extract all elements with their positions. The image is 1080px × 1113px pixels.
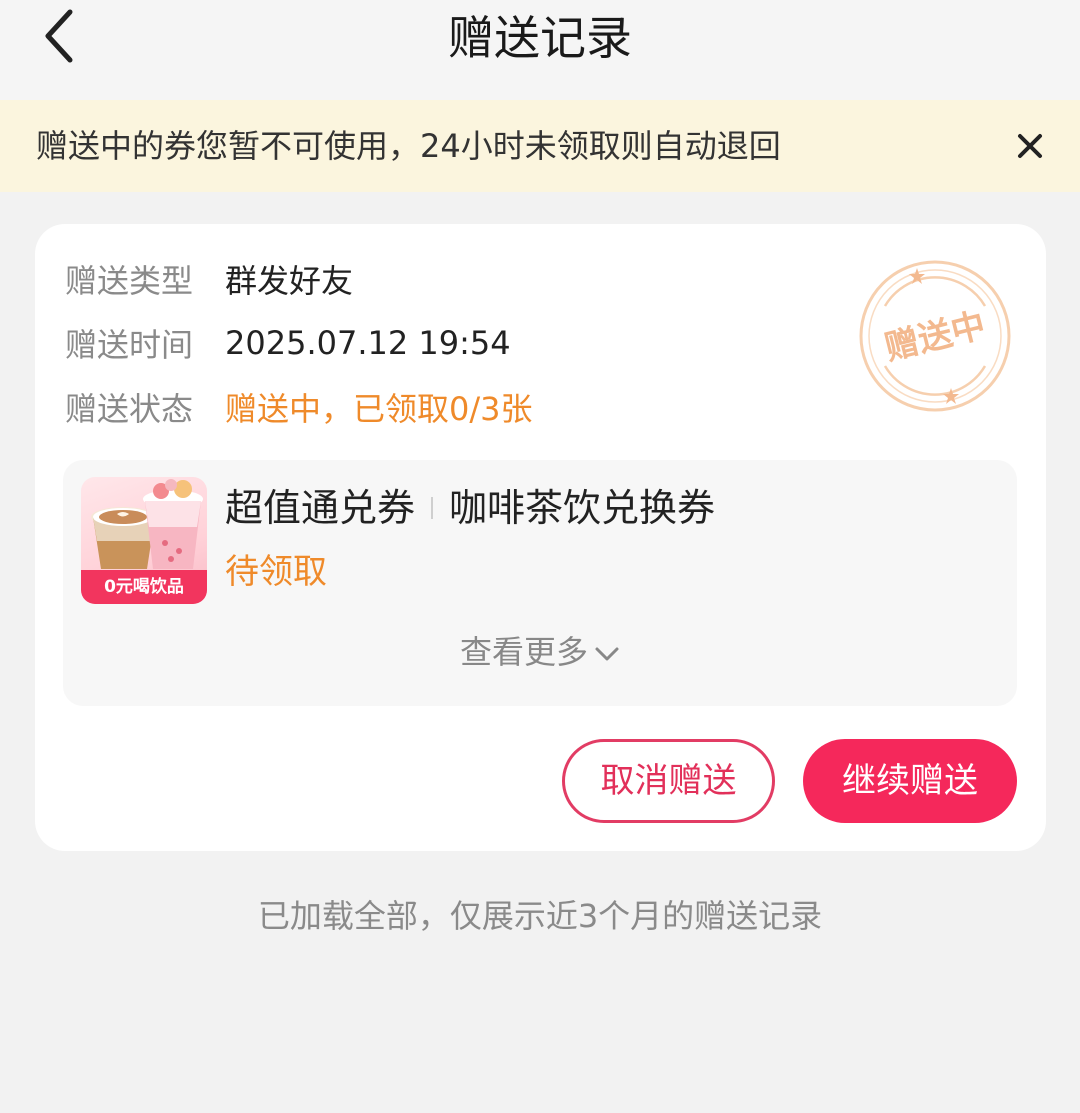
coupon-title-divider <box>431 497 434 519</box>
gift-status-value: 赠送中，已领取0/3张 <box>225 390 533 428</box>
gift-records-page: 赠送记录 赠送中的券您暂不可使用，24小时未领取则自动退回 赠送类型 群发好友 … <box>0 0 1080 1113</box>
notice-close-button[interactable] <box>1012 126 1048 166</box>
gift-status-label: 赠送状态 <box>65 390 194 428</box>
gift-type-row: 赠送类型 群发好友 <box>65 254 353 304</box>
continue-gift-button[interactable]: 继续赠送 <box>803 739 1017 823</box>
close-icon <box>1018 134 1042 158</box>
gift-time-label: 赠送时间 <box>65 326 194 364</box>
see-more-button[interactable]: 查看更多 <box>63 630 1017 674</box>
coupon-thumb-caption: 0元喝饮品 <box>81 570 207 604</box>
stamp-icon: 赠送中 <box>859 260 1011 412</box>
stamp-text: 赠送中 <box>881 305 990 368</box>
page-title: 赠送记录 <box>448 11 632 65</box>
gift-type-value: 群发好友 <box>225 262 354 300</box>
coupon-thumbnail: 0元喝饮品 <box>81 477 207 604</box>
cancel-gift-button[interactable]: 取消赠送 <box>562 739 775 823</box>
gift-time-row: 赠送时间 2025.07.12 19:54 <box>65 318 511 368</box>
header: 赠送记录 <box>0 0 1080 100</box>
gift-status-row: 赠送状态 赠送中，已领取0/3张 <box>65 382 533 432</box>
gifting-stamp: 赠送中 <box>855 256 1015 416</box>
gift-time-value: 2025.07.12 19:54 <box>225 324 511 362</box>
notice-bar: 赠送中的券您暂不可使用，24小时未领取则自动退回 <box>0 100 1080 192</box>
see-more-label: 查看更多 <box>459 633 588 671</box>
coupon-status: 待领取 <box>225 552 327 592</box>
coupon-item[interactable]: 0元喝饮品 超值通兑券 咖啡茶饮兑换券 待领取 查看更多 <box>63 460 1017 706</box>
footer-note: 已加载全部，仅展示近3个月的赠送记录 <box>257 897 823 935</box>
coupon-title: 超值通兑券 咖啡茶饮兑换券 <box>225 484 715 532</box>
chevron-down-icon <box>595 647 619 661</box>
gift-record-card: 赠送类型 群发好友 赠送时间 2025.07.12 19:54 赠送状态 赠送中… <box>35 224 1046 851</box>
drinks-icon <box>91 479 203 569</box>
notice-text: 赠送中的券您暂不可使用，24小时未领取则自动退回 <box>36 127 781 165</box>
coupon-name: 超值通兑券 <box>225 486 416 530</box>
coupon-subtitle: 咖啡茶饮兑换券 <box>449 486 716 530</box>
gift-type-label: 赠送类型 <box>65 262 194 300</box>
